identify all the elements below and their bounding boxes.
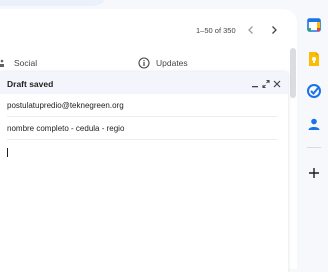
previous-page-button[interactable] — [244, 23, 258, 37]
text-cursor — [7, 148, 8, 157]
compose-title: Draft saved — [7, 79, 54, 89]
rail-divider — [307, 147, 321, 148]
people-icon — [0, 59, 4, 67]
pager-range: 1–50 of 350 — [196, 26, 236, 35]
calendar-icon[interactable] — [305, 16, 323, 34]
minimize-icon[interactable] — [250, 77, 260, 89]
subject-field[interactable]: nombre completo - cedula - regio — [7, 117, 277, 140]
chevron-left-icon — [248, 26, 253, 34]
add-icon[interactable] — [305, 164, 323, 182]
chevron-right-icon — [272, 26, 277, 34]
tab-social[interactable]: Social — [0, 53, 37, 73]
next-page-button[interactable] — [267, 23, 281, 37]
compose-header[interactable]: Draft saved — [0, 72, 288, 94]
contacts-icon[interactable] — [305, 115, 323, 133]
tab-updates-label: Updates — [156, 58, 188, 68]
compose-window: Draft saved postulatupredio@teknegreen.o… — [0, 72, 288, 272]
side-panel-rail — [300, 0, 328, 264]
message-body[interactable] — [7, 146, 277, 266]
search-bar-edge — [0, 0, 110, 6]
info-icon — [138, 57, 150, 69]
keep-icon[interactable] — [305, 50, 323, 68]
recipients-field[interactable]: postulatupredio@teknegreen.org — [7, 94, 277, 117]
expand-icon[interactable] — [261, 77, 271, 89]
close-icon[interactable] — [272, 77, 282, 89]
tasks-icon[interactable] — [305, 82, 323, 100]
tab-updates[interactable]: Updates — [138, 53, 188, 73]
tab-social-label: Social — [14, 58, 38, 68]
scrollbar[interactable] — [290, 48, 296, 98]
